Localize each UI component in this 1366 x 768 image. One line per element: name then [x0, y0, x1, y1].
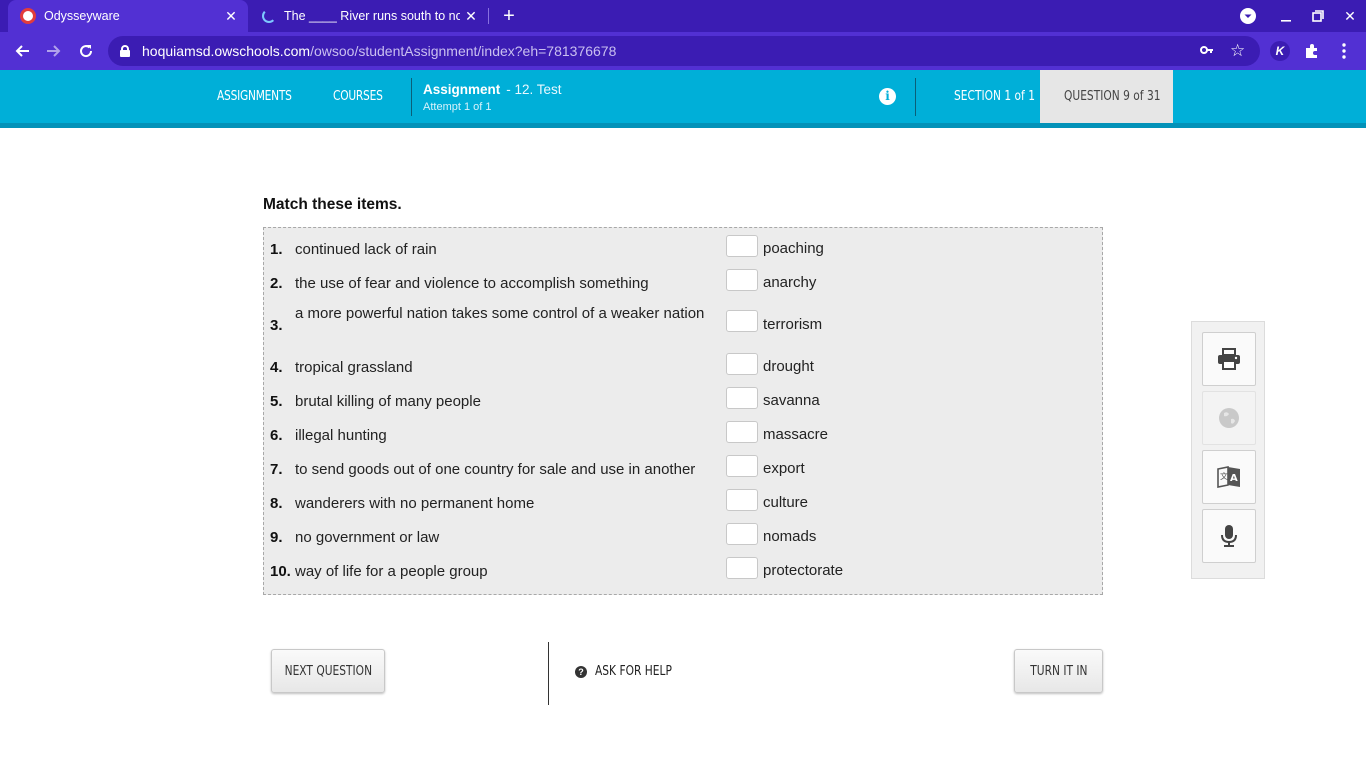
translate-button[interactable]: 文A — [1202, 450, 1256, 504]
assignment-title: Assignment - 12. Test — [423, 82, 562, 97]
option-label: poaching — [763, 240, 824, 257]
close-tab-icon[interactable]: ✕ — [460, 8, 482, 25]
item-term: brutal killing of many people — [295, 393, 481, 410]
microphone-button[interactable] — [1202, 509, 1256, 563]
item-number: 3. — [270, 317, 283, 334]
tab-title: Odysseyware — [44, 9, 120, 23]
browser-tab-bar: Odysseyware ✕ The ____ River runs south … — [0, 0, 1366, 32]
extensions-puzzle-icon[interactable] — [1302, 41, 1322, 61]
restore-icon[interactable] — [1302, 0, 1334, 32]
next-question-button[interactable]: NEXT QUESTION — [271, 649, 385, 693]
option-label: massacre — [763, 426, 829, 443]
lock-icon — [120, 45, 130, 57]
answer-input[interactable] — [726, 489, 758, 511]
attempt-count: Attempt 1 of 1 — [423, 101, 492, 113]
microphone-icon — [1221, 525, 1237, 547]
loading-spinner-icon — [262, 9, 276, 23]
answer-input[interactable] — [726, 421, 758, 443]
new-tab-icon[interactable]: + — [498, 4, 520, 28]
browser-menu-icon[interactable] — [1334, 41, 1354, 61]
minimize-icon[interactable] — [1270, 0, 1302, 32]
turn-it-in-button[interactable]: TURN IT IN — [1014, 649, 1103, 693]
tab-search-icon[interactable] — [1232, 0, 1264, 32]
app-header: ASSIGNMENTS COURSES Assignment - 12. Test… — [0, 70, 1366, 128]
item-term: way of life for a people group — [295, 563, 488, 580]
answer-input[interactable] — [726, 353, 758, 375]
answer-input[interactable] — [726, 235, 758, 257]
option-label: protectorate — [763, 562, 844, 579]
item-number: 1. — [270, 241, 283, 258]
question-indicator[interactable]: QUESTION 9 of 31 — [1040, 70, 1173, 123]
item-term: tropical grassland — [295, 359, 413, 376]
tools-panel: 文A — [1191, 321, 1265, 579]
item-number: 8. — [270, 495, 283, 512]
footer-divider — [548, 642, 549, 705]
option-label: drought — [763, 358, 814, 375]
close-window-icon[interactable]: ✕ — [1334, 0, 1366, 32]
item-number: 9. — [270, 529, 283, 546]
tab-divider — [488, 8, 489, 24]
question-circle-icon: ? — [575, 665, 587, 678]
item-term: to send goods out of one country for sal… — [295, 461, 696, 478]
k-extension-icon[interactable]: K — [1270, 41, 1290, 61]
forward-arrow-icon[interactable] — [40, 37, 68, 65]
header-divider — [411, 78, 412, 116]
back-arrow-icon[interactable] — [8, 37, 36, 65]
answer-input[interactable] — [726, 455, 758, 477]
header-divider — [915, 78, 916, 116]
globe-icon — [1219, 408, 1239, 428]
ask-for-help-link[interactable]: ? ASK FOR HELP — [575, 664, 689, 679]
tab-odysseyware[interactable]: Odysseyware ✕ — [8, 0, 248, 32]
nav-assignments[interactable]: ASSIGNMENTS — [217, 70, 292, 123]
browser-toolbar: hoquiamsd.owschools.com/owsoo/studentAss… — [0, 32, 1366, 70]
item-term: wanderers with no permanent home — [295, 495, 535, 512]
answer-input[interactable] — [726, 387, 758, 409]
translate-icon: 文A — [1217, 466, 1240, 488]
help-label: ASK FOR HELP — [595, 664, 672, 679]
nav-courses[interactable]: COURSES — [333, 70, 383, 123]
option-label: anarchy — [763, 274, 817, 291]
tab-river-question[interactable]: The ____ River runs south to nor ✕ — [252, 0, 488, 32]
answer-input[interactable] — [726, 269, 758, 291]
bookmark-star-icon[interactable]: ☆ — [1230, 41, 1245, 61]
key-icon[interactable] — [1200, 43, 1214, 60]
item-number: 6. — [270, 427, 283, 444]
print-button[interactable] — [1202, 332, 1256, 386]
option-label: culture — [763, 494, 809, 511]
svg-text:A: A — [1230, 473, 1238, 484]
matching-area: 1. continued lack of rain poaching 2. th… — [263, 227, 1103, 595]
item-number: 5. — [270, 393, 283, 410]
answer-input[interactable] — [726, 310, 758, 332]
item-term: illegal hunting — [295, 427, 387, 444]
question-label: QUESTION 9 of 31 — [1064, 89, 1161, 104]
item-term: the use of fear and violence to accompli… — [295, 275, 649, 292]
info-icon[interactable]: i — [879, 88, 896, 105]
item-number: 10. — [270, 563, 291, 580]
print-icon — [1218, 348, 1240, 370]
item-term: no government or law — [295, 529, 440, 546]
option-label: savanna — [763, 392, 820, 409]
svg-text:文: 文 — [1220, 471, 1228, 481]
item-number: 7. — [270, 461, 283, 478]
answer-input[interactable] — [726, 523, 758, 545]
section-indicator[interactable]: SECTION 1 of 1 — [954, 70, 1035, 123]
reload-icon[interactable] — [72, 37, 100, 65]
item-number: 2. — [270, 275, 283, 292]
answer-input[interactable] — [726, 557, 758, 579]
question-prompt: Match these items. — [263, 196, 402, 213]
option-label: nomads — [763, 528, 817, 545]
item-term: a more powerful nation takes some contro… — [295, 305, 705, 322]
close-tab-icon[interactable]: ✕ — [220, 8, 242, 25]
globe-button[interactable] — [1202, 391, 1256, 445]
item-number: 4. — [270, 359, 283, 376]
tab-title: The ____ River runs south to nor — [284, 9, 460, 23]
odysseyware-favicon-icon — [20, 8, 36, 24]
url-text: hoquiamsd.owschools.com/owsoo/studentAss… — [142, 43, 617, 59]
option-label: terrorism — [763, 316, 823, 333]
item-term: continued lack of rain — [295, 241, 437, 258]
address-bar[interactable]: hoquiamsd.owschools.com/owsoo/studentAss… — [108, 36, 1260, 66]
option-label: export — [763, 460, 805, 477]
